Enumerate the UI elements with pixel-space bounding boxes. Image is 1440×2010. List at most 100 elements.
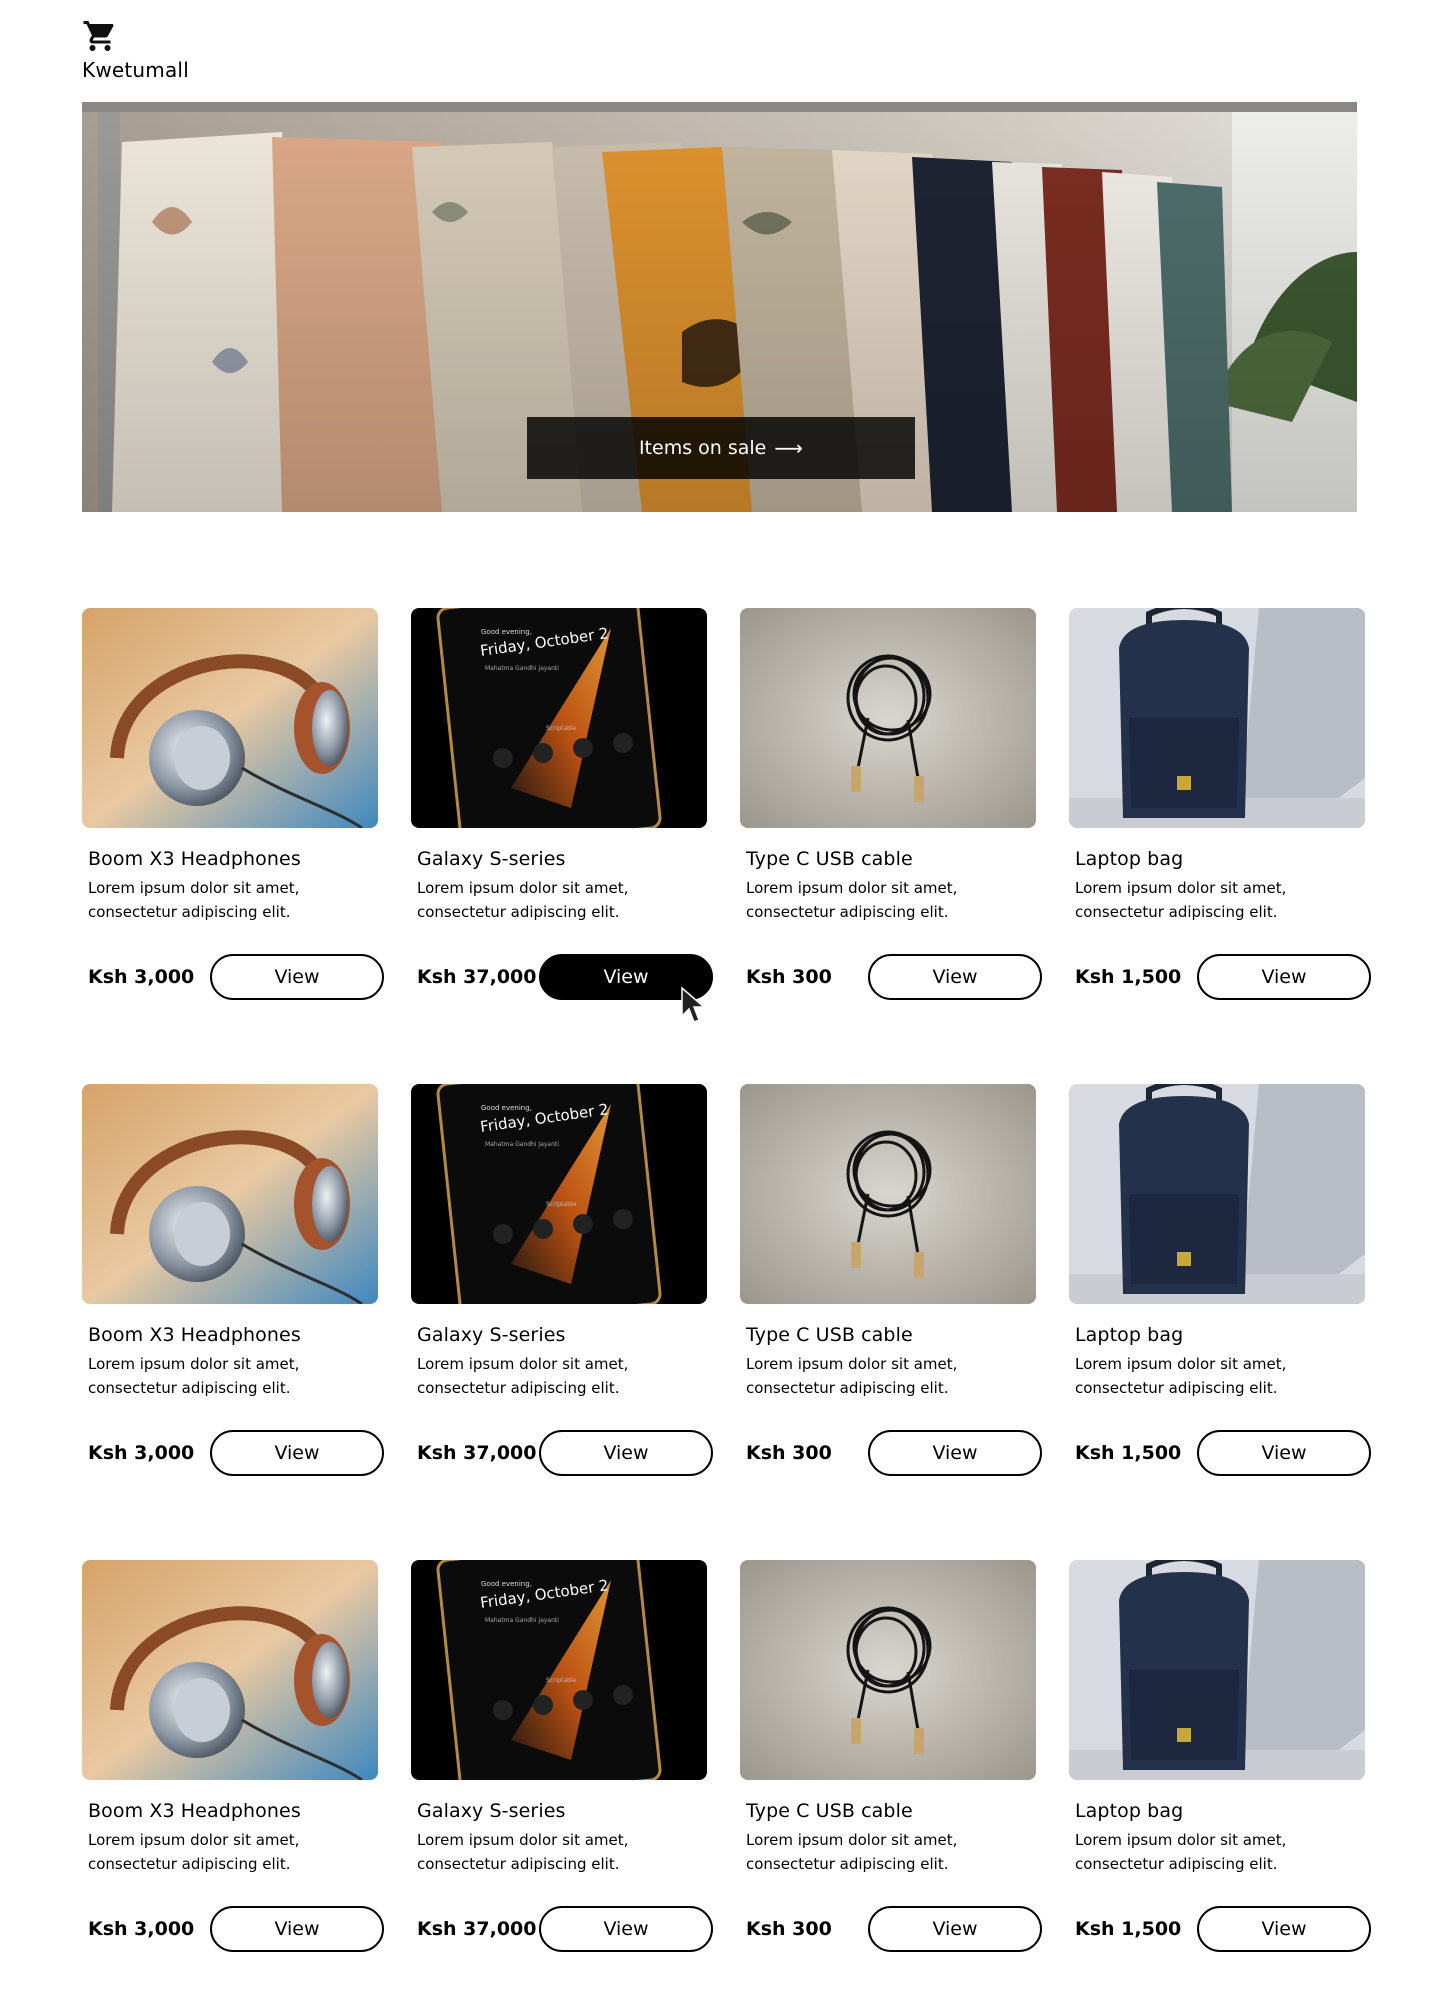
product-details: Boom X3 Headphones Lorem ipsum dolor sit … — [82, 1324, 384, 1476]
product-details: Galaxy S-series Lorem ipsum dolor sit ame… — [411, 848, 713, 1000]
product-name[interactable]: Galaxy S-series — [417, 1800, 701, 1822]
product-description: Lorem ipsum dolor sit amet, consectetur … — [88, 1355, 300, 1397]
product-price: Ksh 1,500 — [1075, 966, 1182, 988]
product-image-cable[interactable] — [740, 608, 1036, 828]
product-details: Galaxy S-series Lorem ipsum dolor sit ame… — [411, 1800, 713, 1952]
product-name[interactable]: Boom X3 Headphones — [88, 1324, 372, 1346]
product-card: Laptop bag Lorem ipsum dolor sit amet, co… — [1069, 1560, 1371, 1952]
product-description: Lorem ipsum dolor sit amet, consectetur … — [88, 1831, 300, 1873]
items-on-sale-button[interactable]: Items on sale ⟶ — [527, 417, 915, 479]
product-details: Type C USB cable Lorem ipsum dolor sit am… — [740, 1324, 1042, 1476]
product-details: Laptop bag Lorem ipsum dolor sit amet, co… — [1069, 1324, 1371, 1476]
product-price: Ksh 37,000 — [417, 1918, 537, 1940]
product-details: Boom X3 Headphones Lorem ipsum dolor sit … — [82, 1800, 384, 1952]
product-price: Ksh 3,000 — [88, 1918, 195, 1940]
shopping-cart-icon[interactable] — [82, 18, 118, 54]
product-details: Boom X3 Headphones Lorem ipsum dolor sit … — [82, 848, 384, 1000]
product-image-phone[interactable]: Good evening, Friday, October 2 Mahatma … — [411, 608, 707, 828]
product-image-backpack[interactable] — [1069, 608, 1365, 828]
product-name[interactable]: Type C USB cable — [746, 1324, 1030, 1346]
product-card: Laptop bag Lorem ipsum dolor sit amet, co… — [1069, 608, 1371, 1000]
phone-screen-tag: Scriptable — [546, 1677, 577, 1684]
product-price: Ksh 37,000 — [417, 966, 537, 988]
view-button[interactable]: View — [210, 954, 384, 1000]
product-name[interactable]: Laptop bag — [1075, 1324, 1359, 1346]
product-details: Laptop bag Lorem ipsum dolor sit amet, co… — [1069, 1800, 1371, 1952]
price-row: Ksh 1,500 View — [1075, 1906, 1371, 1952]
product-price: Ksh 1,500 — [1075, 1918, 1182, 1940]
price-row: Ksh 37,000 View — [417, 1906, 713, 1952]
product-price: Ksh 37,000 — [417, 1442, 537, 1464]
product-price: Ksh 300 — [746, 1442, 832, 1464]
product-name[interactable]: Boom X3 Headphones — [88, 1800, 372, 1822]
price-row: Ksh 3,000 View — [88, 954, 384, 1000]
price-row: Ksh 3,000 View — [88, 1430, 384, 1476]
product-image-backpack[interactable] — [1069, 1084, 1365, 1304]
product-name[interactable]: Type C USB cable — [746, 1800, 1030, 1822]
product-image-backpack[interactable] — [1069, 1560, 1365, 1780]
product-image-cable[interactable] — [740, 1084, 1036, 1304]
view-button[interactable]: View — [1197, 1430, 1371, 1476]
product-name[interactable]: Galaxy S-series — [417, 1324, 701, 1346]
product-name[interactable]: Galaxy S-series — [417, 848, 701, 870]
product-price: Ksh 3,000 — [88, 1442, 195, 1464]
product-name[interactable]: Laptop bag — [1075, 1800, 1359, 1822]
product-image-headphones[interactable] — [82, 1084, 378, 1304]
page: Kwetumall Items on sale ⟶ Boom X3 Headph… — [0, 0, 1440, 2010]
view-button[interactable]: View — [210, 1430, 384, 1476]
product-description: Lorem ipsum dolor sit amet, consectetur … — [1075, 1831, 1287, 1873]
product-description: Lorem ipsum dolor sit amet, consectetur … — [746, 879, 958, 921]
brand-name[interactable]: Kwetumall — [82, 58, 189, 82]
product-card: Type C USB cable Lorem ipsum dolor sit am… — [740, 1084, 1042, 1476]
product-grid: Boom X3 Headphones Lorem ipsum dolor sit … — [82, 608, 1371, 1952]
product-price: Ksh 300 — [746, 1918, 832, 1940]
phone-screen-subtitle: Mahatma Gandhi Jayanti — [485, 665, 559, 672]
product-description: Lorem ipsum dolor sit amet, consectetur … — [417, 1831, 629, 1873]
product-description: Lorem ipsum dolor sit amet, consectetur … — [746, 1355, 958, 1397]
product-price: Ksh 3,000 — [88, 966, 195, 988]
arrow-right-icon: ⟶ — [774, 436, 804, 460]
price-row: Ksh 300 View — [746, 954, 1042, 1000]
product-image-cable[interactable] — [740, 1560, 1036, 1780]
phone-screen-subtitle: Mahatma Gandhi Jayanti — [485, 1617, 559, 1624]
product-card: Type C USB cable Lorem ipsum dolor sit am… — [740, 1560, 1042, 1952]
product-details: Type C USB cable Lorem ipsum dolor sit am… — [740, 1800, 1042, 1952]
view-button[interactable]: View — [868, 1906, 1042, 1952]
items-on-sale-label: Items on sale — [638, 437, 767, 459]
product-description: Lorem ipsum dolor sit amet, consectetur … — [1075, 879, 1287, 921]
phone-screen-tag: Scriptable — [546, 1201, 577, 1208]
price-row: Ksh 300 View — [746, 1430, 1042, 1476]
price-row: Ksh 37,000 View — [417, 954, 713, 1000]
product-image-headphones[interactable] — [82, 608, 378, 828]
product-image-headphones[interactable] — [82, 1560, 378, 1780]
product-card: Boom X3 Headphones Lorem ipsum dolor sit … — [82, 608, 384, 1000]
product-details: Galaxy S-series Lorem ipsum dolor sit ame… — [411, 1324, 713, 1476]
product-name[interactable]: Type C USB cable — [746, 848, 1030, 870]
view-button[interactable]: View — [539, 1430, 713, 1476]
product-name[interactable]: Laptop bag — [1075, 848, 1359, 870]
view-button[interactable]: View — [868, 954, 1042, 1000]
product-image-phone[interactable]: Good evening, Friday, October 2 Mahatma … — [411, 1084, 707, 1304]
view-button[interactable]: View — [1197, 1906, 1371, 1952]
product-card: Good evening, Friday, October 2 Mahatma … — [411, 1084, 713, 1476]
header: Kwetumall — [82, 18, 189, 82]
price-row: Ksh 3,000 View — [88, 1906, 384, 1952]
product-card: Laptop bag Lorem ipsum dolor sit amet, co… — [1069, 1084, 1371, 1476]
view-button[interactable]: View — [210, 1906, 384, 1952]
product-card: Good evening, Friday, October 2 Mahatma … — [411, 1560, 713, 1952]
product-details: Laptop bag Lorem ipsum dolor sit amet, co… — [1069, 848, 1371, 1000]
phone-screen-subtitle: Mahatma Gandhi Jayanti — [485, 1141, 559, 1148]
product-card: Type C USB cable Lorem ipsum dolor sit am… — [740, 608, 1042, 1000]
hero-banner: Items on sale ⟶ — [82, 102, 1357, 512]
product-price: Ksh 300 — [746, 966, 832, 988]
product-description: Lorem ipsum dolor sit amet, consectetur … — [1075, 1355, 1287, 1397]
product-description: Lorem ipsum dolor sit amet, consectetur … — [417, 879, 629, 921]
product-details: Type C USB cable Lorem ipsum dolor sit am… — [740, 848, 1042, 1000]
product-name[interactable]: Boom X3 Headphones — [88, 848, 372, 870]
price-row: Ksh 1,500 View — [1075, 1430, 1371, 1476]
product-description: Lorem ipsum dolor sit amet, consectetur … — [417, 1355, 629, 1397]
product-image-phone[interactable]: Good evening, Friday, October 2 Mahatma … — [411, 1560, 707, 1780]
view-button[interactable]: View — [1197, 954, 1371, 1000]
view-button[interactable]: View — [868, 1430, 1042, 1476]
view-button[interactable]: View — [539, 1906, 713, 1952]
